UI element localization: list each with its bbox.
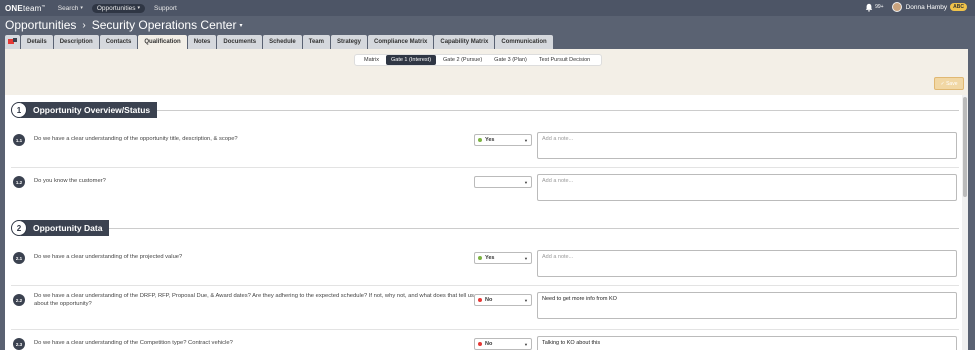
section-title: Opportunity Data bbox=[21, 220, 110, 236]
bell-icon[interactable] bbox=[865, 3, 873, 12]
gate-bar: Matrix Gate 1 (Interest) Gate 2 (Pursue) Ga… bbox=[5, 49, 968, 95]
gate-selector: Matrix Gate 1 (Interest) Gate 2 (Pursue) Ga… bbox=[354, 54, 603, 66]
question-number: 2.3 bbox=[13, 338, 25, 350]
nav-opportunities[interactable]: Opportunities ▾ bbox=[91, 3, 146, 13]
section-title: Opportunity Overview/Status bbox=[21, 102, 158, 118]
answer-select[interactable]: No ▼ bbox=[474, 338, 532, 350]
question-text: Do you know the customer? bbox=[34, 178, 106, 184]
section-number: 2 bbox=[11, 220, 27, 236]
section-header: 1 Opportunity Overview/Status bbox=[11, 102, 158, 118]
note-textarea[interactable]: Add a note... bbox=[537, 132, 957, 159]
answer-value: Yes bbox=[485, 255, 495, 261]
chevron-down-icon: ▼ bbox=[524, 179, 528, 185]
question-number: 1.1 bbox=[13, 134, 25, 146]
chevron-down-icon: ▾ bbox=[80, 5, 83, 11]
tab-strategy[interactable]: Strategy bbox=[330, 35, 367, 49]
tab-bar: Details Description Contacts Qualification N… bbox=[5, 35, 554, 49]
chevron-right-icon: › bbox=[82, 19, 86, 31]
chevron-down-icon: ▼ bbox=[524, 341, 528, 347]
header: Opportunities › Security Operations Cent… bbox=[0, 16, 975, 34]
note-textarea[interactable]: Add a note... bbox=[537, 250, 957, 277]
answer-value: No bbox=[485, 297, 493, 303]
gate-tab[interactable]: Gate 3 (Plan) bbox=[489, 55, 532, 65]
section-number: 1 bbox=[11, 102, 27, 118]
chevron-down-icon: ▼ bbox=[524, 297, 528, 303]
question-number: 2.1 bbox=[13, 252, 25, 264]
scrollbar[interactable] bbox=[962, 95, 968, 350]
gate-tab[interactable]: Test Pursuit Decision bbox=[534, 55, 595, 65]
status-dot-icon bbox=[478, 298, 482, 302]
section-divider bbox=[11, 228, 959, 229]
question-text: Do we have a clear understanding of the … bbox=[34, 254, 183, 260]
chevron-down-icon: ▼ bbox=[524, 255, 528, 261]
answer-select[interactable]: ▼ bbox=[474, 176, 532, 188]
flag-icon bbox=[8, 38, 17, 44]
tab-team[interactable]: Team bbox=[302, 35, 330, 49]
note-textarea[interactable]: Talking to KO about this bbox=[537, 336, 957, 350]
tab-compliance-matrix[interactable]: Compliance Matrix bbox=[368, 35, 434, 49]
question-text: Do we have a clear understanding of the … bbox=[34, 340, 233, 346]
tab-documents[interactable]: Documents bbox=[217, 35, 263, 49]
tab-contacts[interactable]: Contacts bbox=[99, 35, 138, 49]
scrollbar-thumb[interactable] bbox=[963, 97, 967, 197]
note-textarea[interactable]: Need to get more info from KO bbox=[537, 292, 957, 319]
status-dot-icon bbox=[478, 256, 482, 260]
user-badge: ABC bbox=[950, 3, 967, 11]
question-number: 1.2 bbox=[13, 176, 25, 188]
gate-tab[interactable]: Gate 1 (Interest) bbox=[385, 55, 437, 65]
row-divider bbox=[11, 285, 959, 286]
status-dot-icon bbox=[478, 138, 482, 142]
answer-value: Yes bbox=[485, 137, 495, 143]
tab-details[interactable]: Details bbox=[21, 35, 53, 49]
user-name[interactable]: Donna Hamby bbox=[906, 4, 948, 11]
tab-capability-matrix[interactable]: Capability Matrix bbox=[434, 35, 495, 49]
row-divider bbox=[11, 329, 959, 330]
question-number: 2.2 bbox=[13, 294, 25, 306]
tab-notes[interactable]: Notes bbox=[187, 35, 217, 49]
chevron-down-icon: ▼ bbox=[524, 137, 528, 143]
nav-support[interactable]: Support bbox=[154, 5, 177, 12]
tab-description[interactable]: Description bbox=[53, 35, 99, 49]
app-logo[interactable]: ONEteam™ bbox=[5, 4, 46, 13]
save-button[interactable]: ✓ Save bbox=[934, 77, 964, 90]
chevron-down-icon: ▾ bbox=[137, 5, 141, 11]
main-content: Matrix Gate 1 (Interest) Gate 2 (Pursue) Ga… bbox=[5, 49, 968, 350]
breadcrumb-opportunities[interactable]: Opportunities bbox=[5, 18, 76, 32]
row-divider bbox=[11, 167, 959, 168]
question-text: Do we have a clear understanding of the … bbox=[34, 293, 474, 307]
answer-select[interactable]: No ▼ bbox=[474, 294, 532, 306]
tab-communication[interactable]: Communication bbox=[495, 35, 553, 49]
avatar[interactable] bbox=[891, 2, 902, 12]
section-header: 2 Opportunity Data bbox=[11, 220, 110, 236]
gate-tab[interactable]: Gate 2 (Pursue) bbox=[438, 55, 487, 65]
status-dot-icon bbox=[478, 342, 482, 346]
nav-search[interactable]: Search ▾ bbox=[58, 5, 83, 12]
breadcrumb: Opportunities › Security Operations Cent… bbox=[5, 18, 242, 32]
answer-value: No bbox=[485, 341, 493, 347]
notification-count: 99+ bbox=[875, 4, 884, 10]
top-nav: Search ▾ Opportunities ▾ Support bbox=[58, 3, 186, 13]
gate-tab[interactable]: Matrix bbox=[359, 55, 384, 65]
flag-tab[interactable] bbox=[5, 35, 20, 49]
page-title: Security Operations Center bbox=[91, 18, 237, 32]
note-textarea[interactable]: Add a note... bbox=[537, 174, 957, 201]
question-text: Do we have a clear understanding of the … bbox=[34, 136, 238, 142]
top-navigation-bar: ONEteam™ Search ▾ Opportunities ▾ Support … bbox=[0, 0, 975, 16]
tab-qualification[interactable]: Qualification bbox=[138, 35, 187, 49]
chevron-down-icon[interactable]: ▾ bbox=[239, 22, 242, 29]
answer-select[interactable]: Yes ▼ bbox=[474, 134, 532, 146]
tab-schedule[interactable]: Schedule bbox=[263, 35, 302, 49]
answer-select[interactable]: Yes ▼ bbox=[474, 252, 532, 264]
